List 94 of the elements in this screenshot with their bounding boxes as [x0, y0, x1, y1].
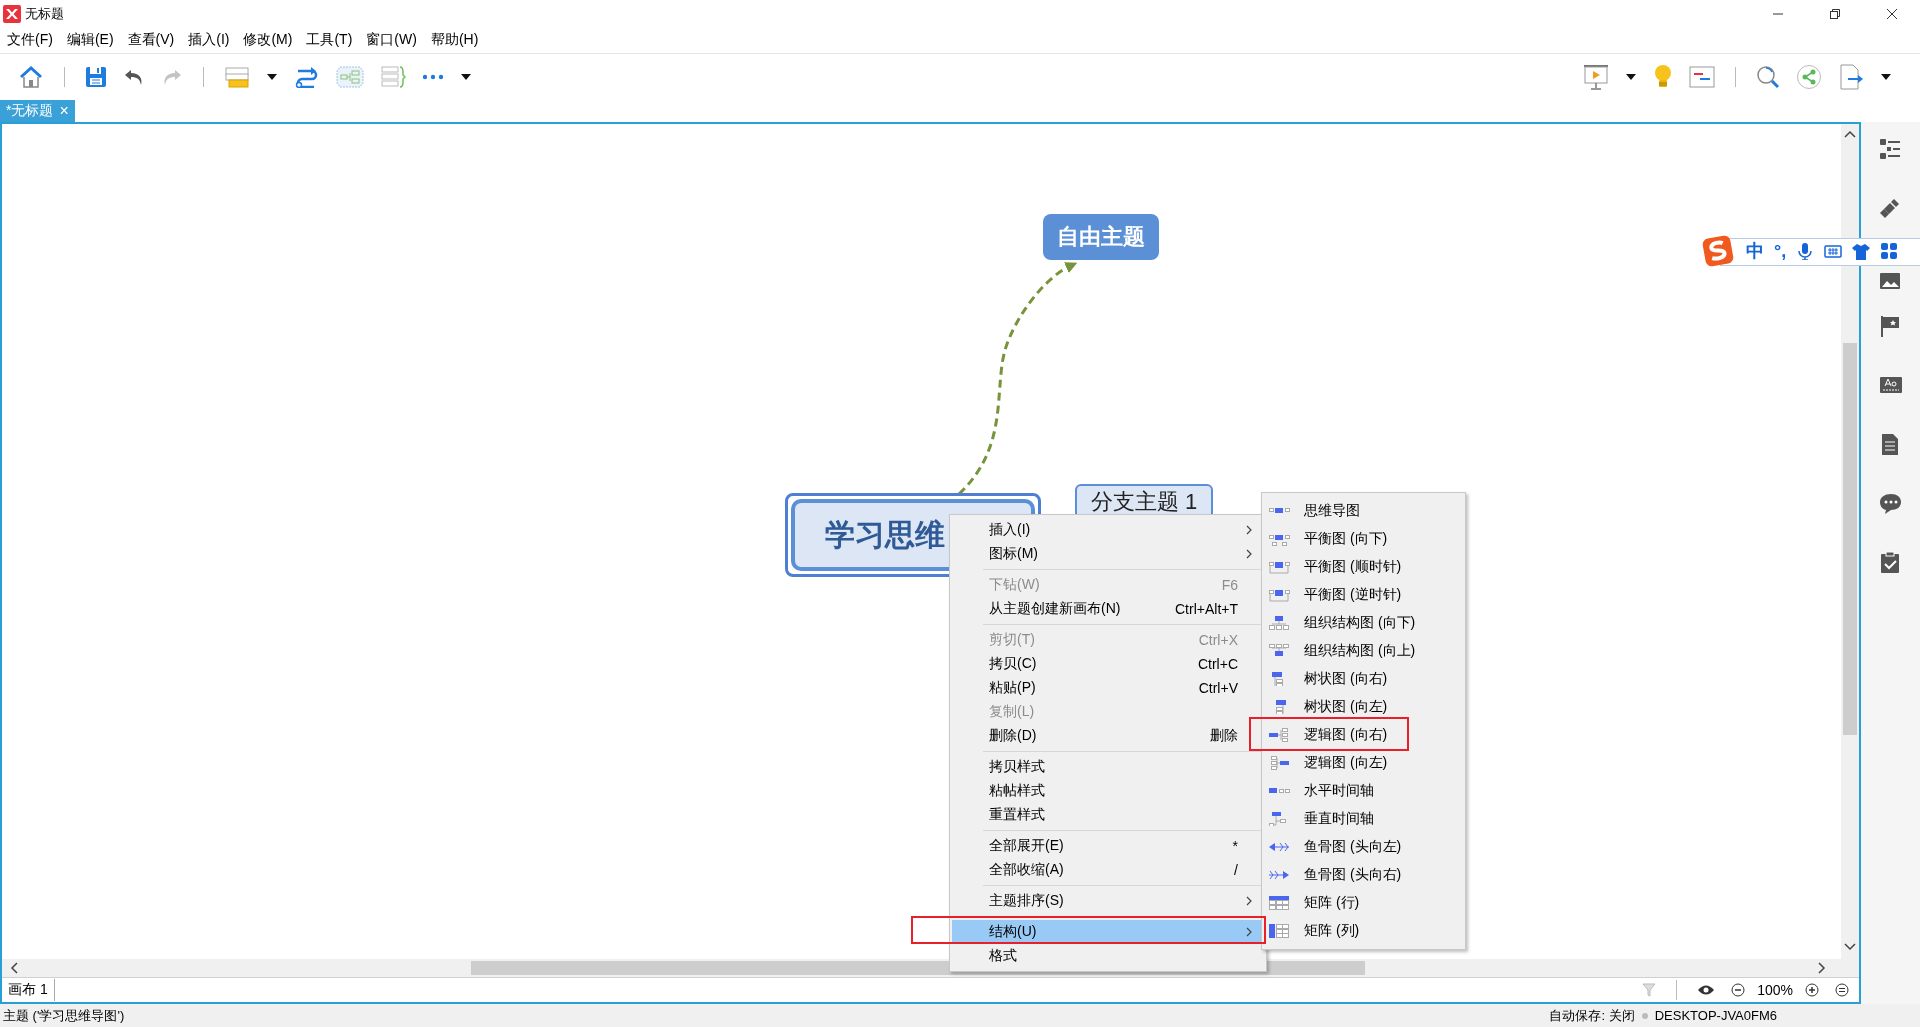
more-icon[interactable] [422, 73, 444, 81]
gantt-icon[interactable] [1689, 66, 1715, 88]
menu-item[interactable]: 垂直时间轴 [1262, 805, 1465, 833]
menu-item[interactable]: 鱼骨图 (头向右) [1262, 861, 1465, 889]
logic-chart-icon [1269, 756, 1290, 770]
autosave-status: 自动保存: 关闭 [1549, 1006, 1635, 1025]
menu-item[interactable]: 组织结构图 (向下) [1262, 609, 1465, 637]
menu-item[interactable]: 逻辑图 (向右) [1262, 721, 1465, 749]
menu-item[interactable]: 逻辑图 (向左) [1262, 749, 1465, 777]
relationship-icon[interactable] [294, 66, 320, 88]
menu-item[interactable]: 水平时间轴 [1262, 777, 1465, 805]
menu-item[interactable]: 结构(U) [952, 920, 1264, 944]
shortcut-label: Ctrl+V [1198, 680, 1238, 696]
scroll-right-icon[interactable] [1818, 962, 1826, 974]
input-mode-toggle[interactable]: 中 [1746, 239, 1764, 263]
chevron-right-icon [1246, 549, 1252, 559]
shortcut-label: / [1234, 862, 1238, 878]
close-icon[interactable] [1885, 7, 1898, 20]
menu-item[interactable]: 修改(M) [238, 31, 298, 49]
menu-item[interactable]: 查看(V) [122, 31, 180, 49]
menu-item[interactable]: 树状图 (向右) [1262, 665, 1465, 693]
shortcut-label: Ctrl+Alt+T [1175, 601, 1238, 617]
fishbone-icon [1269, 868, 1290, 882]
balance-layout-icon [1269, 588, 1290, 602]
scroll-up-icon[interactable] [1844, 130, 1856, 138]
status-text: 主题 ('学习思维导图') [3, 1006, 125, 1025]
eye-icon[interactable] [1697, 984, 1716, 996]
menu-item[interactable]: 删除(D) 删除 [952, 724, 1264, 748]
menu-item[interactable]: 重置样式 [952, 803, 1264, 827]
balance-layout-icon [1269, 560, 1290, 574]
zoom-level: 100% [1757, 982, 1793, 998]
menu-item[interactable]: 矩阵 (行) [1262, 889, 1465, 917]
lightbulb-icon[interactable] [1653, 64, 1673, 90]
menu-item[interactable]: 帮助(H) [425, 31, 484, 49]
chevron-right-icon [1246, 525, 1252, 535]
chevron-right-icon [1246, 927, 1252, 937]
menu-item[interactable]: 粘贴(P) Ctrl+V [952, 676, 1264, 700]
microphone-icon[interactable] [1796, 242, 1815, 260]
app-logo-icon [3, 4, 21, 23]
menu-item[interactable]: 全部收缩(A) / [952, 858, 1264, 882]
restore-icon[interactable] [1828, 7, 1841, 20]
menu-item[interactable]: 组织结构图 (向上) [1262, 637, 1465, 665]
matrix-icon [1269, 924, 1290, 938]
shortcut-label: Ctrl+C [1197, 656, 1238, 672]
menu-item[interactable]: 工具(T) [301, 31, 358, 49]
shortcut-label: F6 [1221, 577, 1238, 593]
comment-icon[interactable] [1878, 492, 1903, 516]
logic-chart-icon [1269, 728, 1290, 742]
menu-item[interactable]: 矩阵 (列) [1262, 917, 1465, 945]
zoom-out-icon[interactable] [1731, 983, 1746, 997]
menu-item[interactable]: 平衡图 (逆时针) [1262, 581, 1465, 609]
grid-icon[interactable] [1880, 242, 1899, 260]
zoom-in-icon[interactable] [1805, 983, 1819, 997]
shirt-icon[interactable] [1852, 242, 1871, 260]
org-chart-icon [1269, 644, 1290, 658]
scrollbar-thumb[interactable] [1843, 343, 1857, 735]
shortcut-label: * [1232, 838, 1238, 854]
menu-item[interactable]: 平衡图 (向下) [1262, 525, 1465, 553]
menu-item[interactable]: 思维导图 [1262, 497, 1465, 525]
menu-item[interactable]: 从主题创建新画布(N) Ctrl+Alt+T [952, 597, 1264, 621]
save-icon[interactable] [85, 66, 107, 88]
tab-title: *无标题 [6, 102, 54, 120]
scroll-down-icon[interactable] [1844, 943, 1856, 951]
shortcut-label: Ctrl+X [1198, 632, 1238, 648]
menu-item[interactable]: 格式 [952, 944, 1264, 968]
org-chart-icon [1269, 616, 1290, 630]
menu-item[interactable]: 树状图 (向左) [1262, 693, 1465, 721]
keyboard-icon[interactable] [1824, 242, 1843, 260]
home-icon[interactable] [18, 65, 44, 89]
status-dot-icon [1640, 1011, 1649, 1020]
menu-item[interactable]: 粘帖样式 [952, 779, 1264, 803]
menu-item[interactable]: 编辑(E) [61, 31, 119, 49]
menu-icon[interactable] [1835, 983, 1849, 997]
menu-item[interactable]: 窗口(W) [361, 31, 422, 49]
menu-item[interactable]: 全部展开(E) * [952, 834, 1264, 858]
menu-item[interactable]: 插入(I) [183, 31, 235, 49]
scroll-left-icon[interactable] [10, 962, 18, 974]
balance-layout-icon [1269, 532, 1290, 546]
chevron-right-icon [1246, 896, 1252, 906]
menu-item[interactable]: 文件(F) [2, 31, 58, 49]
menu-item[interactable]: 平衡图 (顺时针) [1262, 553, 1465, 581]
fishbone-icon [1269, 840, 1290, 854]
menu-item[interactable]: 拷贝样式 [952, 755, 1264, 779]
menu-item[interactable]: 拷贝(C) Ctrl+C [952, 652, 1264, 676]
menu-item[interactable]: 鱼骨图 (头向左) [1262, 833, 1465, 861]
export-icon[interactable] [1838, 64, 1864, 90]
presentation-icon[interactable] [1583, 64, 1609, 90]
window-title: 无标题 [25, 4, 64, 23]
matrix-icon [1269, 896, 1290, 910]
punctuation-toggle[interactable]: °, [1774, 240, 1787, 262]
computer-name: DESKTOP-JVA0FM6 [1654, 1008, 1777, 1023]
search-icon[interactable] [1756, 65, 1780, 89]
outline-icon[interactable] [1878, 138, 1903, 162]
shortcut-label: 删除 [1210, 727, 1238, 745]
